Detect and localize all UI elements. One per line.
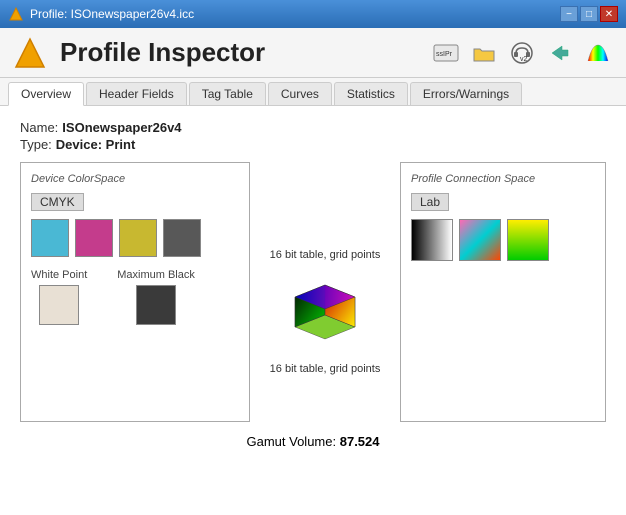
profile-name-row: Name: ISOnewspaper26v4 xyxy=(20,120,606,135)
tab-overview[interactable]: Overview xyxy=(8,82,84,106)
magenta-swatch xyxy=(75,219,113,257)
profile-type-value: Device: Print xyxy=(56,137,135,152)
max-black-swatch xyxy=(136,285,176,325)
app-logo-icon xyxy=(12,35,48,71)
max-black-item: Maximum Black xyxy=(117,269,195,325)
svg-text:v2: v2 xyxy=(520,56,528,63)
color-cube xyxy=(290,277,360,347)
cyan-swatch xyxy=(31,219,69,257)
bw-swatch xyxy=(411,219,453,261)
ss-ipr-button[interactable]: ssIPr xyxy=(430,37,462,69)
device-colorspace-label: Device ColorSpace xyxy=(31,173,239,185)
toolbar: Profile Inspector ssIPr v2 xyxy=(0,28,626,78)
profile-info: Name: ISOnewspaper26v4 Type: Device: Pri… xyxy=(20,120,606,152)
profile-type-row: Type: Device: Print xyxy=(20,137,606,152)
white-point-label: White Point xyxy=(31,269,87,281)
tab-header-fields[interactable]: Header Fields xyxy=(86,82,187,105)
tab-tag-table[interactable]: Tag Table xyxy=(189,82,266,105)
tab-errors-warnings[interactable]: Errors/Warnings xyxy=(410,82,522,105)
cmyk-tag: CMYK xyxy=(31,193,84,211)
close-button[interactable]: ✕ xyxy=(600,6,618,22)
app-title: Profile Inspector xyxy=(60,37,265,68)
pcs-box: Profile Connection Space Lab xyxy=(400,162,606,422)
max-black-label: Maximum Black xyxy=(117,269,195,281)
svg-text:ssIPr: ssIPr xyxy=(436,51,453,58)
gamut-value: 87.524 xyxy=(340,434,380,449)
spectrum-button[interactable] xyxy=(582,37,614,69)
title-bar-left: Profile: ISOnewspaper26v4.icc xyxy=(8,6,194,22)
window-buttons: − □ ✕ xyxy=(560,6,618,22)
window-title: Profile: ISOnewspaper26v4.icc xyxy=(30,7,194,21)
profile-name-value: ISOnewspaper26v4 xyxy=(62,120,181,135)
color-cube-svg xyxy=(290,277,360,347)
tab-statistics[interactable]: Statistics xyxy=(334,82,408,105)
yellow-green-swatch xyxy=(507,219,549,261)
white-black-row: White Point Maximum Black xyxy=(31,269,239,325)
content-area: Name: ISOnewspaper26v4 Type: Device: Pri… xyxy=(0,106,626,515)
tabs-bar: Overview Header Fields Tag Table Curves … xyxy=(0,78,626,106)
device-colorspace-box: Device ColorSpace CMYK White Point Maxim… xyxy=(20,162,250,422)
cmyk-swatches xyxy=(31,219,239,257)
minimize-button[interactable]: − xyxy=(560,6,578,22)
lut-line1: 16 bit table, grid points xyxy=(270,249,381,261)
lut-info-section: 16 bit table, grid points xyxy=(260,162,390,422)
multicolor-swatch xyxy=(459,219,501,261)
gamut-label: Gamut Volume: xyxy=(247,434,337,449)
type-label: Type: xyxy=(20,137,52,152)
name-label: Name: xyxy=(20,120,58,135)
app-title-area: Profile Inspector xyxy=(12,35,265,71)
gamut-row: Gamut Volume: 87.524 xyxy=(20,434,606,449)
validate-button[interactable]: v2 xyxy=(506,37,538,69)
white-point-swatch xyxy=(39,285,79,325)
convert-button[interactable] xyxy=(544,37,576,69)
yellow-swatch xyxy=(119,219,157,257)
open-file-button[interactable] xyxy=(468,37,500,69)
lab-swatches xyxy=(411,219,595,261)
maximize-button[interactable]: □ xyxy=(580,6,598,22)
tab-curves[interactable]: Curves xyxy=(268,82,332,105)
pcs-label: Profile Connection Space xyxy=(411,173,595,185)
black-swatch xyxy=(163,219,201,257)
lab-tag: Lab xyxy=(411,193,449,211)
app-icon xyxy=(8,6,24,22)
white-point-item: White Point xyxy=(31,269,87,325)
color-spaces-row: Device ColorSpace CMYK White Point Maxim… xyxy=(20,162,606,422)
lut-line2: 16 bit table, grid points xyxy=(270,363,381,375)
toolbar-icon-group: ssIPr v2 xyxy=(430,37,614,69)
title-bar: Profile: ISOnewspaper26v4.icc − □ ✕ xyxy=(0,0,626,28)
